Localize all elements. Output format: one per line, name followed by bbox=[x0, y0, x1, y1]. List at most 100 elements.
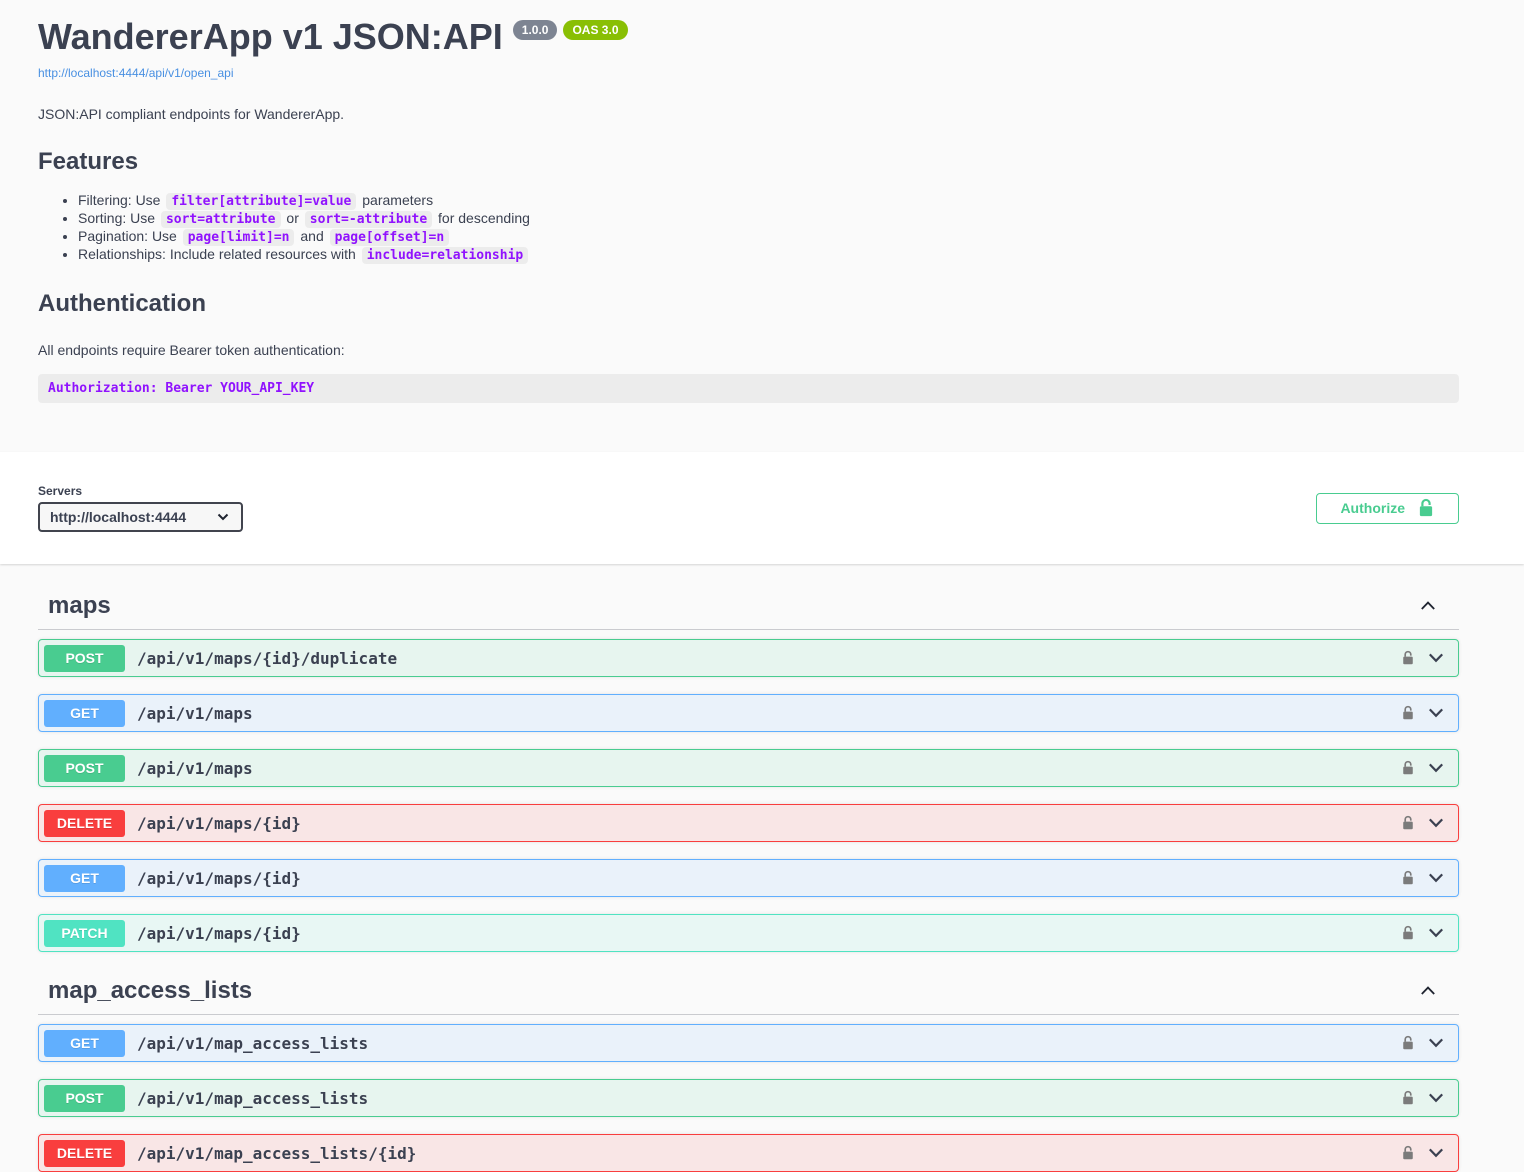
endpoint-path: /api/v1/maps/{id} bbox=[137, 924, 301, 943]
feature-item: Relationships: Include related resources… bbox=[78, 246, 1459, 264]
section-title: maps bbox=[48, 592, 111, 620]
inline-code: page[offset]=n bbox=[330, 229, 450, 246]
chevron-down-icon[interactable] bbox=[1426, 758, 1446, 778]
sections: maps POST/api/v1/maps/{id}/duplicate GET/a… bbox=[38, 584, 1459, 1172]
endpoint-path: /api/v1/maps/{id}/duplicate bbox=[137, 649, 397, 668]
endpoint-summary: GET/api/v1/maps bbox=[44, 700, 253, 727]
servers-select[interactable]: http://localhost:4444 bbox=[38, 502, 243, 532]
endpoint-row[interactable]: GET/api/v1/map_access_lists bbox=[38, 1024, 1459, 1062]
endpoint-row[interactable]: POST/api/v1/map_access_lists bbox=[38, 1079, 1459, 1117]
endpoint-controls bbox=[1401, 1033, 1446, 1053]
features-list: Filtering: Use filter[attribute]=value p… bbox=[38, 192, 1459, 264]
chevron-down-icon[interactable] bbox=[1426, 813, 1446, 833]
inline-code: page[limit]=n bbox=[183, 229, 295, 246]
unlocked-padlock-icon[interactable] bbox=[1401, 815, 1415, 831]
unlocked-padlock-icon[interactable] bbox=[1401, 705, 1415, 721]
api-section-map_access_lists: map_access_lists GET/api/v1/map_access_li… bbox=[38, 969, 1459, 1172]
authentication-heading: Authentication bbox=[38, 290, 1459, 318]
chevron-down-icon[interactable] bbox=[1426, 1143, 1446, 1163]
unlocked-padlock-icon[interactable] bbox=[1401, 870, 1415, 886]
endpoint-summary: DELETE/api/v1/map_access_lists/{id} bbox=[44, 1140, 416, 1167]
method-badge: POST bbox=[44, 755, 125, 782]
endpoint-path: /api/v1/maps bbox=[137, 704, 253, 723]
servers-block: Servers http://localhost:4444 bbox=[38, 484, 243, 532]
feature-item: Pagination: Use page[limit]=n and page[o… bbox=[78, 228, 1459, 246]
method-badge: GET bbox=[44, 865, 125, 892]
api-section-maps: maps POST/api/v1/maps/{id}/duplicate GET/a… bbox=[38, 584, 1459, 952]
endpoint-summary: POST/api/v1/map_access_lists bbox=[44, 1085, 368, 1112]
chevron-up-icon bbox=[1417, 604, 1439, 619]
section-rows: GET/api/v1/map_access_lists POST/api/v1/m… bbox=[38, 1015, 1459, 1172]
section-rows: POST/api/v1/maps/{id}/duplicate GET/api/v… bbox=[38, 630, 1459, 952]
endpoint-summary: POST/api/v1/maps/{id}/duplicate bbox=[44, 645, 397, 672]
unlocked-padlock-icon[interactable] bbox=[1401, 925, 1415, 941]
endpoint-row[interactable]: DELETE/api/v1/maps/{id} bbox=[38, 804, 1459, 842]
authorize-button[interactable]: Authorize bbox=[1316, 493, 1459, 524]
endpoint-path: /api/v1/maps bbox=[137, 759, 253, 778]
endpoint-row[interactable]: GET/api/v1/maps/{id} bbox=[38, 859, 1459, 897]
page-title: WandererApp v1 JSON:API bbox=[38, 18, 503, 56]
section-header-map_access_lists[interactable]: map_access_lists bbox=[38, 969, 1459, 1015]
chevron-down-icon[interactable] bbox=[1426, 648, 1446, 668]
endpoint-path: /api/v1/maps/{id} bbox=[137, 814, 301, 833]
unlocked-padlock-icon[interactable] bbox=[1401, 760, 1415, 776]
authorization-code-block: Authorization: Bearer YOUR_API_KEY bbox=[38, 374, 1459, 403]
endpoint-row[interactable]: GET/api/v1/maps bbox=[38, 694, 1459, 732]
endpoint-row[interactable]: POST/api/v1/maps bbox=[38, 749, 1459, 787]
title-badges: 1.0.0 OAS 3.0 bbox=[513, 20, 628, 40]
endpoint-controls bbox=[1401, 703, 1446, 723]
version-badge: 1.0.0 bbox=[513, 20, 558, 40]
endpoint-summary: GET/api/v1/map_access_lists bbox=[44, 1030, 368, 1057]
endpoint-path: /api/v1/map_access_lists/{id} bbox=[137, 1144, 416, 1163]
endpoint-controls bbox=[1401, 758, 1446, 778]
endpoint-row[interactable]: PATCH/api/v1/maps/{id} bbox=[38, 914, 1459, 952]
unlocked-padlock-icon[interactable] bbox=[1401, 1035, 1415, 1051]
features-heading: Features bbox=[38, 148, 1459, 176]
endpoint-row[interactable]: POST/api/v1/maps/{id}/duplicate bbox=[38, 639, 1459, 677]
chevron-down-icon[interactable] bbox=[1426, 868, 1446, 888]
api-description: JSON:API compliant endpoints for Wandere… bbox=[38, 106, 1459, 122]
method-badge: PATCH bbox=[44, 920, 125, 947]
inline-code: sort=-attribute bbox=[305, 211, 432, 228]
unlocked-padlock-icon[interactable] bbox=[1401, 1145, 1415, 1161]
chevron-down-icon[interactable] bbox=[1426, 923, 1446, 943]
chevron-down-icon[interactable] bbox=[1426, 703, 1446, 723]
endpoint-controls bbox=[1401, 923, 1446, 943]
unlocked-padlock-icon bbox=[1417, 498, 1435, 518]
section-header-maps[interactable]: maps bbox=[38, 584, 1459, 630]
section-title: map_access_lists bbox=[48, 977, 252, 1005]
endpoint-summary: GET/api/v1/maps/{id} bbox=[44, 865, 301, 892]
endpoint-path: /api/v1/maps/{id} bbox=[137, 869, 301, 888]
authorize-button-label: Authorize bbox=[1340, 500, 1405, 516]
chevron-down-icon[interactable] bbox=[1426, 1088, 1446, 1108]
oas-badge: OAS 3.0 bbox=[563, 20, 627, 40]
title-row: WandererApp v1 JSON:API 1.0.0 OAS 3.0 bbox=[38, 18, 1459, 56]
spec-url-link[interactable]: http://localhost:4444/api/v1/open_api bbox=[38, 66, 233, 80]
collapse-section-button[interactable] bbox=[1417, 596, 1439, 616]
collapse-section-button[interactable] bbox=[1417, 981, 1439, 1001]
unlocked-padlock-icon[interactable] bbox=[1401, 650, 1415, 666]
endpoint-controls bbox=[1401, 868, 1446, 888]
endpoint-controls bbox=[1401, 648, 1446, 668]
method-badge: GET bbox=[44, 700, 125, 727]
method-badge: POST bbox=[44, 645, 125, 672]
method-badge: GET bbox=[44, 1030, 125, 1057]
endpoint-summary: POST/api/v1/maps bbox=[44, 755, 253, 782]
endpoint-path: /api/v1/map_access_lists bbox=[137, 1034, 368, 1053]
method-badge: DELETE bbox=[44, 810, 125, 837]
inline-code: include=relationship bbox=[362, 247, 529, 264]
endpoint-controls bbox=[1401, 813, 1446, 833]
chevron-up-icon bbox=[1417, 989, 1439, 1004]
unlocked-padlock-icon[interactable] bbox=[1401, 1090, 1415, 1106]
endpoint-summary: DELETE/api/v1/maps/{id} bbox=[44, 810, 301, 837]
inline-code: filter[attribute]=value bbox=[166, 193, 356, 210]
feature-item: Filtering: Use filter[attribute]=value p… bbox=[78, 192, 1459, 210]
inline-code: sort=attribute bbox=[161, 211, 281, 228]
feature-item: Sorting: Use sort=attribute or sort=-att… bbox=[78, 210, 1459, 228]
authentication-text: All endpoints require Bearer token authe… bbox=[38, 342, 1459, 358]
scheme-container: Servers http://localhost:4444 Authorize bbox=[0, 452, 1524, 564]
endpoint-row[interactable]: DELETE/api/v1/map_access_lists/{id} bbox=[38, 1134, 1459, 1172]
chevron-down-icon[interactable] bbox=[1426, 1033, 1446, 1053]
method-badge: DELETE bbox=[44, 1140, 125, 1167]
endpoint-controls bbox=[1401, 1088, 1446, 1108]
